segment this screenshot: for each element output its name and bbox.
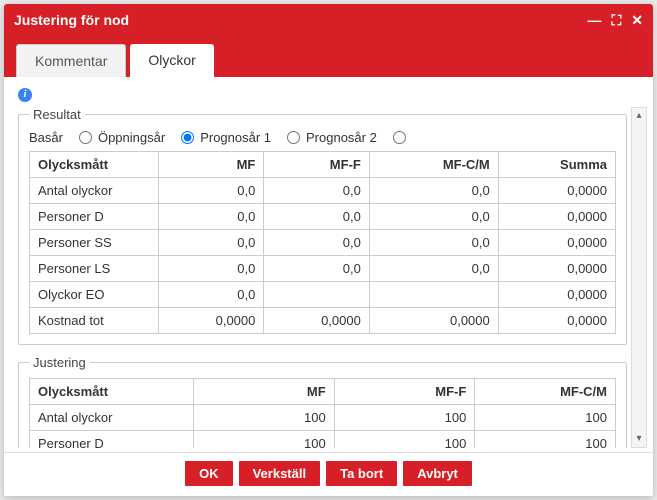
col-olycksmatt: Olycksmått <box>30 379 194 405</box>
cell-value: 0,0000 <box>498 308 615 334</box>
table-row: Personer D 0,0 0,0 0,0 0,0000 <box>30 204 616 230</box>
cell-value: 0,0000 <box>498 178 615 204</box>
radio-prognos2-label[interactable]: Prognosår 2 <box>306 130 377 145</box>
justering-header-row: Olycksmått MF MF-F MF-C/M <box>30 379 616 405</box>
radio-basar-label[interactable]: Basår <box>29 130 63 145</box>
resultat-table: Olycksmått MF MF-F MF-C/M Summa Antal ol… <box>29 151 616 334</box>
justering-table: Olycksmått MF MF-F MF-C/M Antal olyckor … <box>29 378 616 448</box>
justering-group: Justering Olycksmått MF MF-F MF-C/M Anta… <box>18 355 627 448</box>
cell-value: 0,0000 <box>498 282 615 308</box>
col-mff: MF-F <box>264 152 369 178</box>
avbryt-button[interactable]: Avbryt <box>403 461 472 486</box>
radio-basar[interactable] <box>79 131 92 144</box>
scroll-area: Resultat Basår Öppningsår Prognosår 1 Pr… <box>18 107 627 448</box>
cell-value: 0,0 <box>158 204 263 230</box>
cell-value: 0,0 <box>264 178 369 204</box>
tab-olyckor[interactable]: Olyckor <box>130 44 213 77</box>
cell-value[interactable]: 100 <box>475 431 616 449</box>
cell-value: 0,0 <box>369 204 498 230</box>
radio-prognos1[interactable] <box>287 131 300 144</box>
cell-label: Personer LS <box>30 256 159 282</box>
table-row: Olyckor EO 0,0 0,0000 <box>30 282 616 308</box>
justering-legend: Justering <box>29 355 90 370</box>
cell-value[interactable]: 100 <box>194 405 335 431</box>
table-row: Personer LS 0,0 0,0 0,0 0,0000 <box>30 256 616 282</box>
col-mfcm: MF-C/M <box>475 379 616 405</box>
scroll-up-icon[interactable]: ▴ <box>632 108 646 124</box>
cell-value[interactable]: 100 <box>334 405 475 431</box>
cell-value: 0,0 <box>158 282 263 308</box>
col-mf: MF <box>194 379 335 405</box>
resultat-header-row: Olycksmått MF MF-F MF-C/M Summa <box>30 152 616 178</box>
cell-value[interactable]: 100 <box>334 431 475 449</box>
maximize-icon[interactable]: ⛶ <box>611 12 621 29</box>
year-radios: Basår Öppningsår Prognosår 1 Prognosår 2 <box>29 130 616 145</box>
cell-value <box>264 282 369 308</box>
col-summa: Summa <box>498 152 615 178</box>
cell-value: 0,0 <box>158 256 263 282</box>
window-controls: — ⛶ ✕ <box>587 12 643 29</box>
table-row: Kostnad tot 0,0000 0,0000 0,0000 0,0000 <box>30 308 616 334</box>
cell-value: 0,0 <box>369 230 498 256</box>
cell-value: 0,0 <box>264 256 369 282</box>
cell-value: 0,0000 <box>498 230 615 256</box>
cell-label: Kostnad tot <box>30 308 159 334</box>
table-row: Personer D 100 100 100 <box>30 431 616 449</box>
info-icon[interactable]: i <box>18 88 32 102</box>
content-area: i ▴ ▾ Resultat Basår Öppningsår Prognoså… <box>4 77 653 452</box>
cell-label: Personer SS <box>30 230 159 256</box>
table-row: Antal olyckor 0,0 0,0 0,0 0,0000 <box>30 178 616 204</box>
tab-kommentar[interactable]: Kommentar <box>16 44 126 77</box>
verkstall-button[interactable]: Verkställ <box>239 461 321 486</box>
minimize-icon[interactable]: — <box>587 12 601 28</box>
dialog-window: Justering för nod — ⛶ ✕ Kommentar Olycko… <box>4 4 653 496</box>
titlebar[interactable]: Justering för nod — ⛶ ✕ <box>4 4 653 36</box>
cell-value: 0,0000 <box>264 308 369 334</box>
cell-value: 0,0 <box>158 230 263 256</box>
footer: OK Verkställ Ta bort Avbryt <box>4 452 653 496</box>
cell-value: 0,0000 <box>498 256 615 282</box>
resultat-group: Resultat Basår Öppningsår Prognosår 1 Pr… <box>18 107 627 345</box>
cell-value: 0,0 <box>369 178 498 204</box>
tabort-button[interactable]: Ta bort <box>326 461 397 486</box>
cell-label: Antal olyckor <box>30 405 194 431</box>
cell-value: 0,0 <box>369 256 498 282</box>
cell-label: Olyckor EO <box>30 282 159 308</box>
tabbar: Kommentar Olyckor <box>4 36 653 77</box>
close-icon[interactable]: ✕ <box>631 12 643 29</box>
cell-value[interactable]: 100 <box>475 405 616 431</box>
cell-label: Personer D <box>30 431 194 449</box>
col-mfcm: MF-C/M <box>369 152 498 178</box>
cell-value: 0,0 <box>264 204 369 230</box>
cell-label: Personer D <box>30 204 159 230</box>
radio-oppningsar[interactable] <box>181 131 194 144</box>
radio-prognos2[interactable] <box>393 131 406 144</box>
cell-value: 0,0 <box>264 230 369 256</box>
scrollbar[interactable]: ▴ ▾ <box>631 107 647 448</box>
col-mf: MF <box>158 152 263 178</box>
radio-oppningsar-label[interactable]: Öppningsår <box>98 130 165 145</box>
window-title: Justering för nod <box>14 12 587 28</box>
cell-value: 0,0000 <box>158 308 263 334</box>
table-row: Personer SS 0,0 0,0 0,0 0,0000 <box>30 230 616 256</box>
scroll-down-icon[interactable]: ▾ <box>632 431 646 447</box>
cell-value: 0,0 <box>158 178 263 204</box>
col-olycksmatt: Olycksmått <box>30 152 159 178</box>
radio-prognos1-label[interactable]: Prognosår 1 <box>200 130 271 145</box>
cell-value <box>369 282 498 308</box>
cell-value: 0,0000 <box>369 308 498 334</box>
cell-label: Antal olyckor <box>30 178 159 204</box>
cell-value: 0,0000 <box>498 204 615 230</box>
resultat-legend: Resultat <box>29 107 85 122</box>
cell-value[interactable]: 100 <box>194 431 335 449</box>
ok-button[interactable]: OK <box>185 461 233 486</box>
col-mff: MF-F <box>334 379 475 405</box>
table-row: Antal olyckor 100 100 100 <box>30 405 616 431</box>
